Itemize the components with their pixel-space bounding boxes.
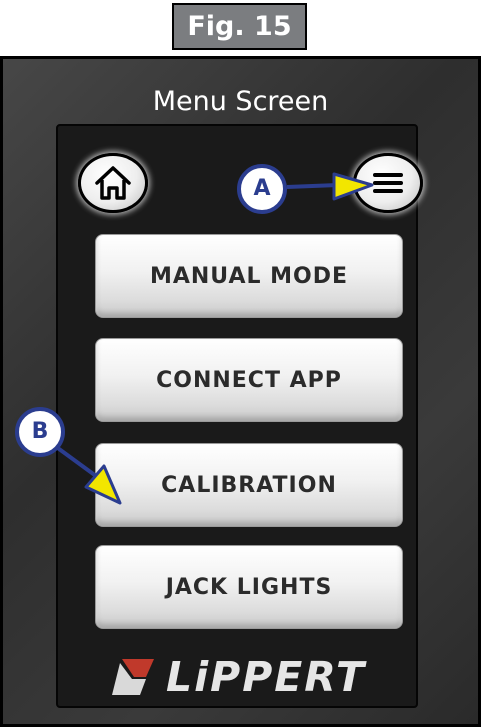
brand-name: LiPPERT bbox=[166, 653, 366, 701]
brand-logo: LiPPERT bbox=[110, 653, 366, 701]
callout-a: A bbox=[237, 164, 287, 214]
menu-button[interactable] bbox=[353, 153, 423, 213]
lippert-logo-mark-icon bbox=[112, 659, 154, 695]
manual-mode-button[interactable]: MANUAL MODE bbox=[95, 234, 403, 318]
screen-title: Menu Screen bbox=[152, 86, 329, 117]
calibration-button[interactable]: CALIBRATION bbox=[95, 443, 403, 527]
figure-label: Fig. 15 bbox=[172, 3, 307, 50]
home-icon bbox=[95, 166, 131, 200]
home-button[interactable] bbox=[78, 153, 148, 213]
jack-lights-button[interactable]: JACK LIGHTS bbox=[95, 545, 403, 629]
callout-b: B bbox=[15, 407, 65, 457]
hamburger-menu-icon bbox=[373, 173, 403, 193]
connect-app-button[interactable]: CONNECT APP bbox=[95, 338, 403, 422]
